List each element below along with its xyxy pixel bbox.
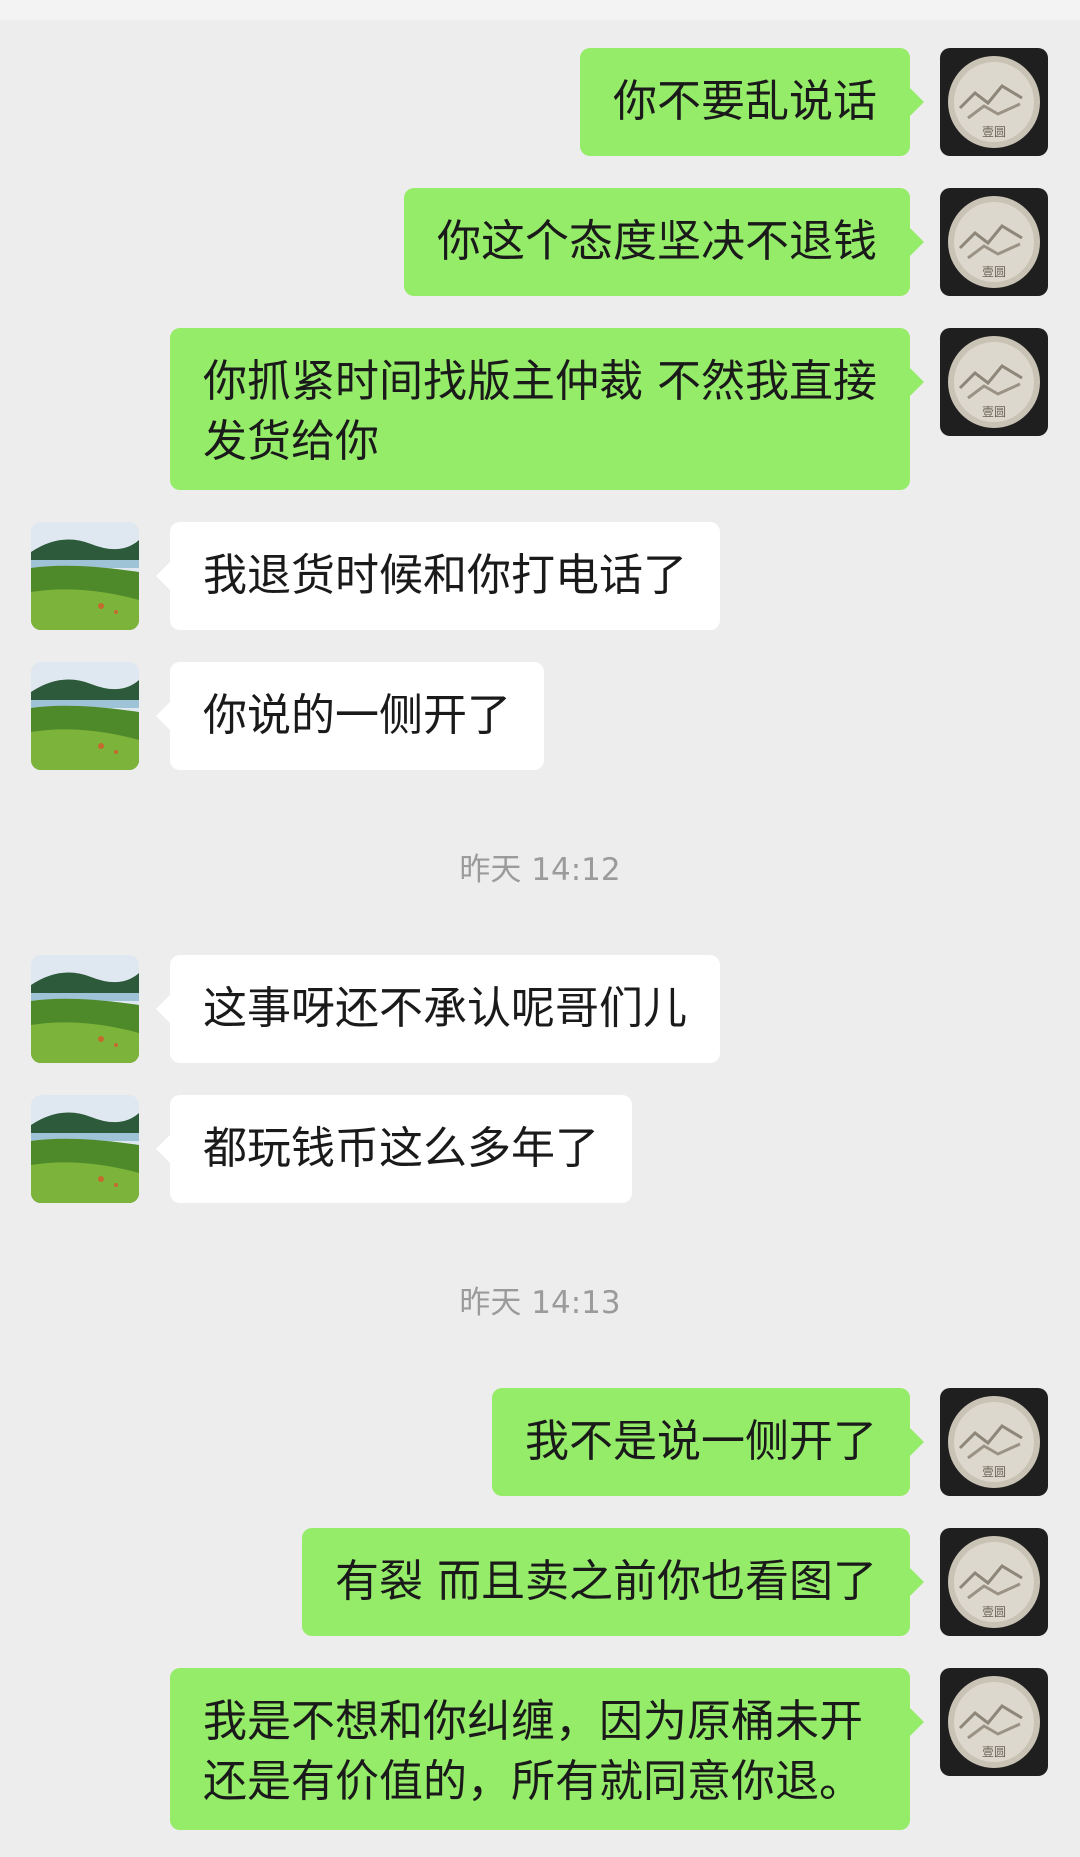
landscape-avatar-icon	[31, 955, 139, 1063]
svg-text:壹圆: 壹圆	[982, 1605, 1006, 1619]
message-text: 你不要乱说话	[613, 76, 877, 127]
coin-avatar-icon: 壹圆	[940, 188, 1048, 296]
incoming-message-bubble[interactable]: 这事呀还不承认呢哥们儿	[156, 955, 720, 1063]
outgoing-message-bubble[interactable]: 我不是说一侧开了	[492, 1388, 924, 1496]
message-text: 你这个态度坚决不退钱	[437, 216, 877, 267]
message-text: 都玩钱币这么多年了	[203, 1123, 599, 1174]
chat-area[interactable]: 你不要乱说话 壹圆 你这个态度坚决不退钱 壹圆 你抓紧时间找版主仲裁 不然我直接…	[0, 0, 1080, 1857]
message-text: 你抓紧时间找版主仲裁 不然我直接发货给你	[203, 356, 877, 467]
incoming-message-bubble[interactable]: 都玩钱币这么多年了	[156, 1095, 632, 1203]
outgoing-message-bubble[interactable]: 你抓紧时间找版主仲裁 不然我直接发货给你	[170, 328, 924, 490]
message-text: 这事呀还不承认呢哥们儿	[203, 983, 687, 1034]
contact-avatar[interactable]	[31, 1095, 139, 1203]
landscape-avatar-icon	[31, 662, 139, 770]
message-text: 我不是说一侧开了	[525, 1416, 877, 1467]
coin-avatar-icon: 壹圆	[940, 1388, 1048, 1496]
timestamp: 昨天 14:13	[459, 1285, 621, 1321]
contact-avatar[interactable]	[31, 522, 139, 630]
svg-text:壹圆: 壹圆	[982, 265, 1006, 279]
self-avatar[interactable]: 壹圆	[940, 188, 1048, 296]
coin-avatar-icon: 壹圆	[940, 1528, 1048, 1636]
self-avatar[interactable]: 壹圆	[940, 48, 1048, 156]
coin-avatar-icon: 壹圆	[940, 328, 1048, 436]
incoming-message-bubble[interactable]: 我退货时候和你打电话了	[156, 522, 720, 630]
coin-avatar-icon: 壹圆	[940, 1668, 1048, 1776]
self-avatar[interactable]: 壹圆	[940, 1528, 1048, 1636]
svg-text:壹圆: 壹圆	[982, 125, 1006, 139]
contact-avatar[interactable]	[31, 955, 139, 1063]
outgoing-message-bubble[interactable]: 你这个态度坚决不退钱	[404, 188, 924, 296]
landscape-avatar-icon	[31, 522, 139, 630]
outgoing-message-bubble[interactable]: 你不要乱说话	[580, 48, 924, 156]
svg-text:壹圆: 壹圆	[982, 405, 1006, 419]
self-avatar[interactable]: 壹圆	[940, 1668, 1048, 1776]
coin-avatar-icon: 壹圆	[940, 48, 1048, 156]
landscape-avatar-icon	[31, 1095, 139, 1203]
timestamp: 昨天 14:12	[459, 852, 621, 888]
self-avatar[interactable]: 壹圆	[940, 1388, 1048, 1496]
svg-text:壹圆: 壹圆	[982, 1465, 1006, 1479]
message-text: 我是不想和你纠缠，因为原桶未开还是有价值的，所有就同意你退。	[203, 1696, 863, 1807]
svg-text:壹圆: 壹圆	[982, 1745, 1006, 1759]
message-text: 有裂 而且卖之前你也看图了	[335, 1556, 877, 1607]
outgoing-message-bubble[interactable]: 有裂 而且卖之前你也看图了	[302, 1528, 924, 1636]
message-text: 你说的一侧开了	[203, 690, 511, 741]
self-avatar[interactable]: 壹圆	[940, 328, 1048, 436]
contact-avatar[interactable]	[31, 662, 139, 770]
outgoing-message-bubble[interactable]: 我是不想和你纠缠，因为原桶未开还是有价值的，所有就同意你退。	[170, 1668, 924, 1830]
incoming-message-bubble[interactable]: 你说的一侧开了	[156, 662, 544, 770]
message-text: 我退货时候和你打电话了	[203, 550, 687, 601]
